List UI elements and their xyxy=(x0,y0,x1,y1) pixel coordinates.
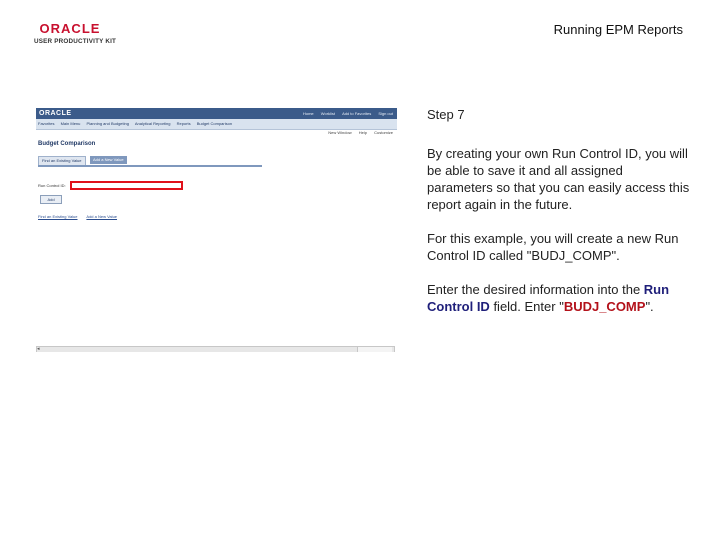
menu-item-planning[interactable]: Planning and Budgeting xyxy=(87,121,129,126)
app-tools: New Window Help Customize xyxy=(322,129,393,136)
run-control-label: Run Control ID: xyxy=(38,183,66,188)
logo-tagline: USER PRODUCTIVITY KIT xyxy=(34,38,117,45)
scroll-left-arrow-icon[interactable]: ◂ xyxy=(37,347,40,352)
link-add-new[interactable]: Add a New Value xyxy=(86,214,117,219)
app-header-bar: ORACLE Home Worklist Add to Favorites Si… xyxy=(36,108,397,119)
application-screenshot: ORACLE Home Worklist Add to Favorites Si… xyxy=(36,108,397,352)
top-link-worklist[interactable]: Worklist xyxy=(321,111,335,116)
step-number: Step 7 xyxy=(427,107,465,122)
oracle-upk-logo: ORACLE USER PRODUCTIVITY KIT xyxy=(34,21,122,46)
menu-item-analytical[interactable]: Analytical Reporting xyxy=(135,121,171,126)
app-page-heading: Budget Comparison xyxy=(38,141,96,147)
page-title: Running EPM Reports xyxy=(553,22,683,37)
add-button[interactable]: Add xyxy=(40,195,62,204)
instruction-paragraph-3: Enter the desired information into the R… xyxy=(427,281,692,315)
link-find-existing[interactable]: Find an Existing Value xyxy=(38,214,78,219)
instruction-text-a: Enter the desired information into the xyxy=(427,282,644,297)
instruction-text-b: field. Enter " xyxy=(489,299,564,314)
horizontal-scrollbar[interactable]: ◂ xyxy=(36,346,395,352)
tool-new-window[interactable]: New Window xyxy=(328,130,351,135)
instruction-paragraph-1: By creating your own Run Control ID, you… xyxy=(427,146,690,212)
app-logo: ORACLE xyxy=(39,110,72,117)
instruction-panel: Step 7 By creating your own Run Control … xyxy=(427,106,692,332)
instruction-text-c: ". xyxy=(645,299,654,314)
app-top-links: Home Worklist Add to Favorites Sign out xyxy=(297,110,393,117)
top-link-signout[interactable]: Sign out xyxy=(378,111,393,116)
tool-customize[interactable]: Customize xyxy=(374,130,393,135)
logo-brand: ORACLE xyxy=(39,21,101,36)
menu-item-main-menu[interactable]: Main Menu xyxy=(61,121,81,126)
scrollbar-end xyxy=(357,347,392,352)
menu-item-favorites[interactable]: Favorites xyxy=(38,121,54,126)
top-link-favorites[interactable]: Add to Favorites xyxy=(342,111,371,116)
top-link-home[interactable]: Home xyxy=(303,111,314,116)
tab-add-new[interactable]: Add a New Value xyxy=(90,156,127,164)
run-control-id-input[interactable] xyxy=(70,181,183,190)
tool-help[interactable]: Help xyxy=(359,130,367,135)
app-tabs: Find an Existing Value Add a New Value xyxy=(38,156,262,167)
app-bottom-links: Find an Existing Value Add a New Value xyxy=(38,214,125,219)
instruction-paragraph-2: For this example, you will create a new … xyxy=(427,231,679,263)
tab-find-existing[interactable]: Find an Existing Value xyxy=(38,156,86,165)
menu-item-budget[interactable]: Budget Comparison xyxy=(197,121,232,126)
menu-item-reports[interactable]: Reports xyxy=(177,121,191,126)
entry-value-highlight: BUDJ_COMP xyxy=(563,299,646,314)
